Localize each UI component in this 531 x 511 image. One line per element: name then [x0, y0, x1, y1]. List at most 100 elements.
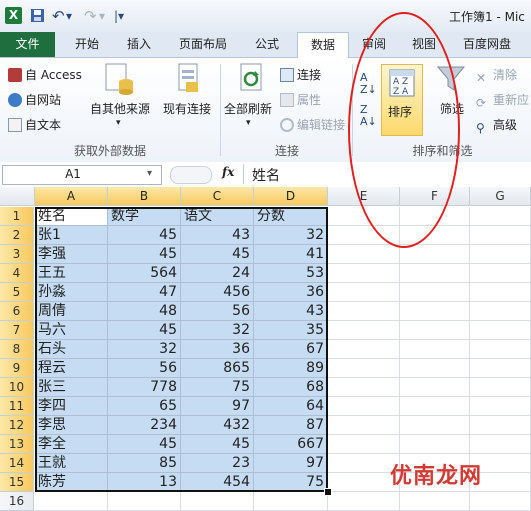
- row-header[interactable]: 16: [0, 492, 34, 511]
- grid-cell[interactable]: 432: [181, 416, 254, 435]
- column-header-F[interactable]: F: [400, 187, 470, 206]
- grid-cell[interactable]: 67: [254, 340, 328, 359]
- row-header[interactable]: 2: [0, 226, 34, 245]
- formula-input[interactable]: 姓名: [252, 165, 280, 185]
- grid-cell[interactable]: [328, 302, 400, 321]
- grid-cell[interactable]: [400, 416, 470, 435]
- excel-app-icon[interactable]: X: [5, 7, 22, 24]
- tab-baidu-netdisk[interactable]: 百度网盘: [452, 32, 522, 57]
- row-header[interactable]: 3: [0, 245, 34, 264]
- other-sources-dropdown-icon[interactable]: ▾: [116, 118, 121, 128]
- row-header[interactable]: 1: [0, 207, 34, 226]
- redo-icon[interactable]: ↷: [84, 8, 97, 24]
- grid-cell[interactable]: 13: [108, 473, 181, 492]
- grid-cell[interactable]: [400, 283, 470, 302]
- sort-ascending-icon[interactable]: A Z↓: [360, 72, 377, 96]
- tab-data[interactable]: 数据: [297, 32, 349, 59]
- grid-cell[interactable]: 王五: [35, 264, 108, 283]
- grid-cell[interactable]: 456: [181, 283, 254, 302]
- grid-cell[interactable]: 97: [181, 397, 254, 416]
- row-header[interactable]: 9: [0, 359, 34, 378]
- from-web-button[interactable]: 自网站: [8, 91, 61, 108]
- reapply-button[interactable]: ⟳ 重新应: [476, 91, 529, 110]
- grid-cell[interactable]: 667: [254, 435, 328, 454]
- row-header[interactable]: 4: [0, 264, 34, 283]
- filter-icon[interactable]: [436, 64, 466, 97]
- grid-cell[interactable]: 马六: [35, 321, 108, 340]
- sort-button[interactable]: A ZZ A 排序: [381, 64, 423, 136]
- grid-cell[interactable]: 李四: [35, 397, 108, 416]
- tab-file[interactable]: 文件: [0, 32, 55, 57]
- grid-cell[interactable]: 41: [254, 245, 328, 264]
- grid-cell[interactable]: [400, 340, 470, 359]
- grid-cell[interactable]: 周倩: [35, 302, 108, 321]
- tab-view[interactable]: 视图: [402, 32, 446, 57]
- column-header-B[interactable]: B: [108, 187, 181, 206]
- row-header[interactable]: 10: [0, 378, 34, 397]
- grid-cell[interactable]: [328, 378, 400, 397]
- grid-cell[interactable]: [470, 226, 531, 245]
- grid-cell[interactable]: [470, 321, 531, 340]
- grid-cell[interactable]: 24: [181, 264, 254, 283]
- grid-cell[interactable]: [328, 435, 400, 454]
- grid-cell[interactable]: 87: [254, 416, 328, 435]
- column-header-A[interactable]: A: [35, 187, 108, 206]
- refresh-all-icon[interactable]: [238, 62, 266, 99]
- grid-cell[interactable]: 56: [181, 302, 254, 321]
- grid-cell[interactable]: [328, 207, 400, 226]
- grid-cell[interactable]: [254, 492, 328, 511]
- sort-descending-icon[interactable]: Z A↓: [360, 104, 377, 128]
- undo-dropdown-icon[interactable]: ▾: [66, 8, 72, 24]
- grid-cell[interactable]: [400, 302, 470, 321]
- grid-cell[interactable]: [328, 397, 400, 416]
- row-header[interactable]: 15: [0, 473, 34, 492]
- from-text-button[interactable]: 自文本: [8, 116, 61, 133]
- grid-cell[interactable]: [400, 226, 470, 245]
- grid-cell[interactable]: 程云: [35, 359, 108, 378]
- grid-cell[interactable]: [328, 359, 400, 378]
- row-header[interactable]: 13: [0, 435, 34, 454]
- grid-cell[interactable]: [470, 264, 531, 283]
- grid-cell[interactable]: [328, 226, 400, 245]
- grid-cell[interactable]: 45: [181, 245, 254, 264]
- grid-cell[interactable]: 张三: [35, 378, 108, 397]
- grid-cell[interactable]: 65: [108, 397, 181, 416]
- grid-cell[interactable]: [470, 359, 531, 378]
- grid-cell[interactable]: 45: [108, 435, 181, 454]
- customize-toolbar-icon[interactable]: |▾: [114, 8, 124, 24]
- column-header-D[interactable]: D: [254, 187, 328, 206]
- grid-cell[interactable]: [400, 397, 470, 416]
- grid-cell[interactable]: [470, 378, 531, 397]
- grid-cell[interactable]: [400, 321, 470, 340]
- row-header[interactable]: 11: [0, 397, 34, 416]
- grid-cell[interactable]: 石头: [35, 340, 108, 359]
- advanced-filter-button[interactable]: ⚲ 高级: [476, 116, 517, 135]
- grid-cell[interactable]: [470, 397, 531, 416]
- grid-cell[interactable]: [108, 492, 181, 511]
- name-box-dropdown-icon[interactable]: ▾: [147, 168, 152, 179]
- clear-button[interactable]: ✕ 清除: [476, 66, 517, 85]
- row-header[interactable]: 8: [0, 340, 34, 359]
- grid-cell[interactable]: 45: [108, 226, 181, 245]
- filter-button[interactable]: 筛选: [440, 100, 464, 117]
- from-other-sources-button[interactable]: 自其他来源: [90, 100, 150, 117]
- grid-cell[interactable]: 85: [108, 454, 181, 473]
- column-header-C[interactable]: C: [181, 187, 254, 206]
- grid-cell[interactable]: 45: [181, 435, 254, 454]
- grid-cell[interactable]: 36: [254, 283, 328, 302]
- row-header[interactable]: 14: [0, 454, 34, 473]
- grid-cell[interactable]: 数学: [108, 207, 181, 226]
- grid-cell[interactable]: 王就: [35, 454, 108, 473]
- grid-cell[interactable]: 分数: [254, 207, 328, 226]
- grid-cell[interactable]: [181, 492, 254, 511]
- grid-cell[interactable]: [470, 283, 531, 302]
- refresh-all-button[interactable]: 全部刷新: [224, 100, 272, 117]
- connections-button[interactable]: 连接: [280, 66, 321, 83]
- grid-cell[interactable]: 564: [108, 264, 181, 283]
- row-header[interactable]: 5: [0, 283, 34, 302]
- grid-cell[interactable]: 李全: [35, 435, 108, 454]
- grid-cell[interactable]: [400, 492, 470, 511]
- grid-cell[interactable]: 89: [254, 359, 328, 378]
- tab-review[interactable]: 审阅: [352, 32, 396, 57]
- tab-home[interactable]: 开始: [64, 32, 110, 57]
